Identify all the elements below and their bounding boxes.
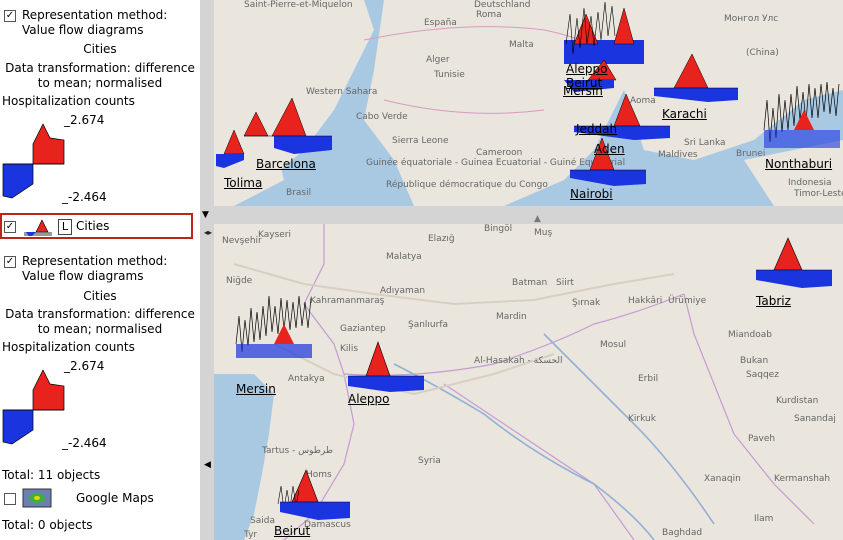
top-max-value: _2.674 <box>64 113 105 127</box>
bottom-map-flow-diagrams <box>235 237 832 520</box>
top-map-view[interactable]: Saint-Pierre-et-Miquelon España Roma Mal… <box>214 0 843 206</box>
horizontal-splitter[interactable]: ▼ ▲ <box>200 206 843 224</box>
total-google-maps: Total: 0 objects <box>2 518 93 532</box>
tolima-flow-diagram <box>216 129 245 168</box>
cities-layer-icon <box>24 219 52 236</box>
bottom-max-value: _2.674 <box>64 359 105 373</box>
city-label[interactable]: Aleppo <box>348 392 390 406</box>
city-label[interactable]: Tolima <box>224 176 262 190</box>
bottom-map-view[interactable]: Kayseri Nevşehir Niğde Elazığ Bingöl Muş… <box>214 224 843 540</box>
mersin-flow-diagram <box>235 295 312 358</box>
city-label[interactable]: Aleppo <box>566 62 608 76</box>
top-attribute-label: Hospitalization counts <box>2 94 135 108</box>
top-flow-legend-glyph <box>2 123 65 199</box>
nonthaburi-flow-diagram <box>763 81 840 148</box>
top-min-value: _-2.464 <box>62 190 107 204</box>
google-maps-icon <box>22 488 52 508</box>
city-label[interactable]: Jeddah <box>576 122 617 136</box>
legend-panel: ✓ Representation method: Value flow diag… <box>0 0 200 540</box>
bottom-flow-legend-glyph <box>2 369 65 445</box>
city-label[interactable]: Nonthaburi <box>765 157 832 171</box>
top-representation-checkbox[interactable]: ✓ <box>4 10 16 22</box>
top-representation-label: Representation method: Value flow diagra… <box>22 8 168 37</box>
tabriz-flow-diagram <box>756 237 832 288</box>
cities-layer-name: Cities <box>76 219 110 233</box>
splitter-handle-icon[interactable]: ▲ <box>534 214 541 224</box>
bottom-min-value: _-2.464 <box>62 436 107 450</box>
splitter-down-icon[interactable]: ▼ <box>202 210 209 220</box>
label-toggle-button[interactable]: L <box>58 219 72 235</box>
top-layer-title: Cities <box>83 42 117 56</box>
city-label[interactable]: Aden <box>594 142 625 156</box>
city-label[interactable]: Barcelona <box>256 157 316 171</box>
top-map-flow-diagrams <box>216 1 840 186</box>
karachi-flow-diagram <box>654 53 738 102</box>
city-label[interactable]: Beirut <box>274 524 310 538</box>
bottom-representation-label: Representation method: Value flow diagra… <box>22 254 168 283</box>
city-label[interactable]: Mersin <box>236 382 276 396</box>
positive-flow-shape <box>32 123 65 165</box>
negative-flow-shape <box>2 163 34 199</box>
google-maps-checkbox[interactable] <box>4 493 16 505</box>
city-label[interactable]: Karachi <box>662 107 707 121</box>
cities-layer-bar[interactable]: ✓ L Cities <box>0 213 193 239</box>
bottom-transformation-label: Data transformation: difference to mean;… <box>5 307 195 336</box>
bottom-representation-checkbox[interactable]: ✓ <box>4 256 16 268</box>
city-label[interactable]: Tabriz <box>756 294 791 308</box>
top-transformation-label: Data transformation: difference to mean;… <box>5 61 195 90</box>
beirut-flow-diagram <box>277 469 350 520</box>
splitter-arrows-icon: ◂▸ <box>204 228 213 237</box>
city-label[interactable]: Nairobi <box>570 187 613 201</box>
aleppo-flow-diagram <box>348 341 424 392</box>
collapse-left-icon[interactable]: ◀ <box>204 460 211 470</box>
barcelona-flow-diagram <box>243 97 332 154</box>
google-maps-layer-name: Google Maps <box>76 491 154 505</box>
city-label[interactable]: Mersin <box>563 84 603 98</box>
total-cities: Total: 11 objects <box>2 468 101 482</box>
cities-layer-checkbox[interactable]: ✓ <box>4 221 16 233</box>
bottom-layer-title: Cities <box>83 289 117 303</box>
bottom-attribute-label: Hospitalization counts <box>2 340 135 354</box>
vertical-splitter[interactable]: ◂▸ ◀ <box>200 0 214 540</box>
